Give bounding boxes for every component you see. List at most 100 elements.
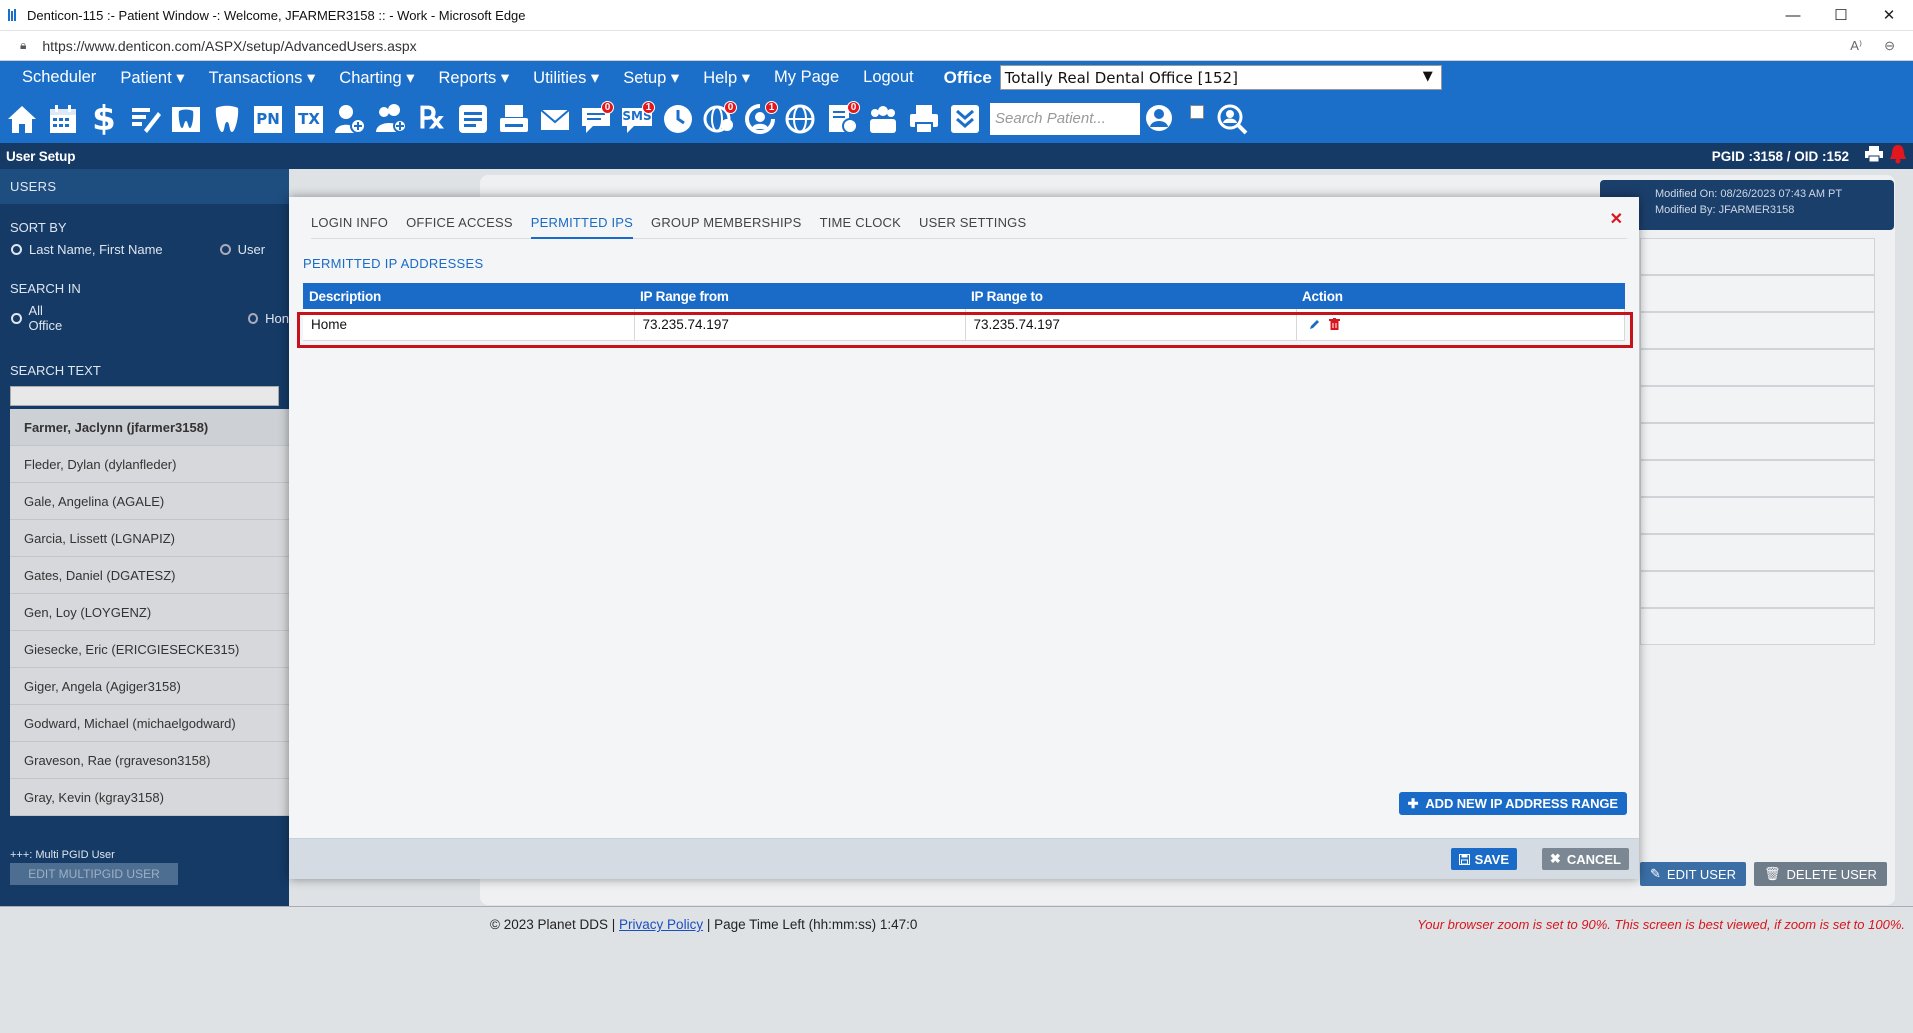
zoom-warning: Your browser zoom is set to 90%. This sc… (1417, 917, 1905, 932)
document-check-icon[interactable]: 0 (824, 99, 860, 139)
sort-radio-user[interactable] (219, 244, 231, 255)
zoom-icon[interactable]: ⊖ (1884, 38, 1895, 54)
add-family-icon[interactable] (373, 99, 409, 139)
tooth-icon[interactable] (209, 99, 245, 139)
search-patient-input[interactable]: Search Patient... (990, 102, 1140, 135)
modified-info: Modified On: 08/26/2023 07:43 AM PT Modi… (1600, 180, 1894, 230)
globe-user-icon[interactable]: 0 (701, 99, 737, 139)
menu-scheduler[interactable]: Scheduler (22, 68, 96, 87)
url-field[interactable]: https://www.denticon.com/ASPX/setup/Adva… (42, 38, 416, 54)
sort-radio-name[interactable] (11, 244, 22, 255)
menu-charting[interactable]: Charting ▾ (339, 68, 414, 88)
maximize-icon[interactable]: ☐ (1817, 0, 1865, 31)
add-ip-range-button[interactable]: ✚ ADD NEW IP ADDRESS RANGE (1398, 792, 1627, 815)
user-list-item[interactable]: Giesecke, Eric (ERICGIESECKE315) (10, 631, 289, 668)
search-in-radio-home[interactable] (247, 312, 259, 324)
search-in-radio-all[interactable] (11, 312, 22, 324)
close-window-icon[interactable]: ✕ (1865, 0, 1913, 31)
web-globe-icon[interactable] (783, 99, 819, 139)
menu-help[interactable]: Help ▾ (703, 68, 750, 88)
collapse-down-icon[interactable] (947, 99, 983, 139)
cancel-button[interactable]: ✖ CANCEL (1541, 848, 1629, 870)
menu-my-page[interactable]: My Page (774, 68, 839, 87)
alert-bell-icon[interactable] (1889, 144, 1907, 169)
user-list-item[interactable]: Godward, Michael (michaelgodward) (10, 705, 289, 742)
edit-user-button[interactable]: ✎ EDIT USER (1640, 862, 1747, 886)
search-in-option-home: Hon (265, 310, 289, 326)
user-list-item[interactable]: Gen, Loy (LOYGENZ) (10, 594, 289, 631)
treatment-plan-icon[interactable]: TX (291, 99, 327, 139)
refresh-badge: 1 (765, 100, 778, 114)
search-text-label: SEARCH TEXT (10, 363, 101, 378)
progress-notes-icon[interactable]: PN (250, 99, 286, 139)
search-checkbox[interactable] (1190, 104, 1204, 119)
document-badge: 0 (847, 100, 860, 114)
users-tab[interactable]: USERS (0, 169, 289, 204)
user-list-item[interactable]: Gray, Kevin (kgray3158) (10, 779, 289, 816)
user-list-item[interactable]: Gates, Daniel (DGATESZ) (10, 557, 289, 594)
highlight-box (297, 312, 1633, 348)
office-select-value: Totally Real Dental Office [152] (1004, 68, 1238, 87)
user-list-item[interactable]: Gale, Angelina (AGALE) (10, 483, 289, 520)
add-patient-icon[interactable] (332, 99, 368, 139)
read-aloud-icon[interactable]: A⁾ (1850, 38, 1862, 54)
menu-transactions[interactable]: Transactions ▾ (209, 68, 316, 88)
tab-permitted-ips[interactable]: PERMITTED IPS (530, 215, 634, 239)
patient-search-icon (1146, 104, 1172, 131)
user-list-item[interactable]: Farmer, Jaclynn (jfarmer3158) (10, 409, 289, 446)
sms-badge: 1 (642, 100, 655, 114)
scanner-icon[interactable] (496, 99, 532, 139)
modal-footer: SAVE ✖ CANCEL (289, 838, 1639, 879)
notes-edit-icon[interactable] (127, 99, 163, 139)
tab-time-clock[interactable]: TIME CLOCK (820, 215, 901, 239)
user-list-item[interactable]: Graveson, Rae (rgraveson3158) (10, 742, 289, 779)
tab-user-settings[interactable]: USER SETTINGS (919, 215, 1026, 239)
tab-login-info[interactable]: LOGIN INFO (311, 215, 388, 239)
clock-icon[interactable] (660, 99, 696, 139)
user-list-item[interactable]: Fleder, Dylan (dylanfleder) (10, 446, 289, 483)
icon-toolbar: $ PN TX ℞ 0 SMS 1 0 1 0 Search Patient... (0, 94, 1913, 143)
mail-icon[interactable] (537, 99, 573, 139)
delete-user-button[interactable]: 🗑︎ DELETE USER (1754, 862, 1887, 886)
menu-reports[interactable]: Reports ▾ (439, 68, 510, 88)
column-header: Description (303, 283, 634, 309)
lock-icon[interactable]: 🔒︎ (20, 38, 26, 53)
office-select[interactable]: Totally Real Dental Office [152] ▼ (999, 65, 1442, 90)
privacy-policy-link[interactable]: Privacy Policy (619, 917, 703, 932)
address-bar: 🔒︎ https://www.denticon.com/ASPX/setup/A… (0, 31, 1913, 61)
tab-office-access[interactable]: OFFICE ACCESS (406, 215, 513, 239)
column-header: IP Range from (634, 283, 965, 309)
menu-utilities[interactable]: Utilities ▾ (533, 68, 599, 88)
minimize-icon[interactable]: — (1769, 0, 1817, 31)
user-list-item[interactable]: Giger, Angela (Agiger3158) (10, 668, 289, 705)
save-icon (1458, 853, 1470, 865)
close-icon[interactable]: ✕ (1610, 209, 1623, 229)
prescription-icon[interactable]: ℞ (414, 99, 450, 139)
menu-setup[interactable]: Setup ▾ (623, 68, 679, 88)
print-icon[interactable] (1865, 145, 1883, 167)
group-icon[interactable] (865, 99, 901, 139)
menu-patient[interactable]: Patient ▾ (120, 68, 184, 88)
dollar-icon[interactable]: $ (86, 99, 122, 139)
user-list-item[interactable]: Garcia, Lissett (LGNAPIZ) (10, 520, 289, 557)
background-rows (1640, 238, 1875, 645)
home-icon[interactable] (4, 99, 40, 139)
printer-icon[interactable] (906, 99, 942, 139)
clinical-notes-icon[interactable] (455, 99, 491, 139)
sms-icon[interactable]: SMS 1 (619, 99, 655, 139)
menu-logout[interactable]: Logout (863, 68, 913, 87)
patient-group-search-icon[interactable] (1214, 99, 1250, 139)
messages-icon[interactable]: 0 (578, 99, 614, 139)
sort-option-name: Last Name, First Name (29, 242, 163, 257)
refresh-user-icon[interactable]: 1 (742, 99, 778, 139)
calendar-icon[interactable] (45, 99, 81, 139)
modal-tabs: LOGIN INFO OFFICE ACCESS PERMITTED IPS G… (311, 215, 1627, 239)
save-button[interactable]: SAVE (1450, 848, 1517, 870)
sort-by-label: SORT BY (10, 220, 67, 235)
edit-multipgid-user-button[interactable]: EDIT MULTIPGID USER (10, 863, 178, 885)
tooth-chart-icon[interactable] (168, 99, 204, 139)
tab-group-memberships[interactable]: GROUP MEMBERSHIPS (651, 215, 802, 239)
x-icon: ✖ (1549, 851, 1561, 866)
search-patient-button[interactable] (1140, 100, 1180, 137)
search-text-input[interactable] (10, 386, 279, 406)
